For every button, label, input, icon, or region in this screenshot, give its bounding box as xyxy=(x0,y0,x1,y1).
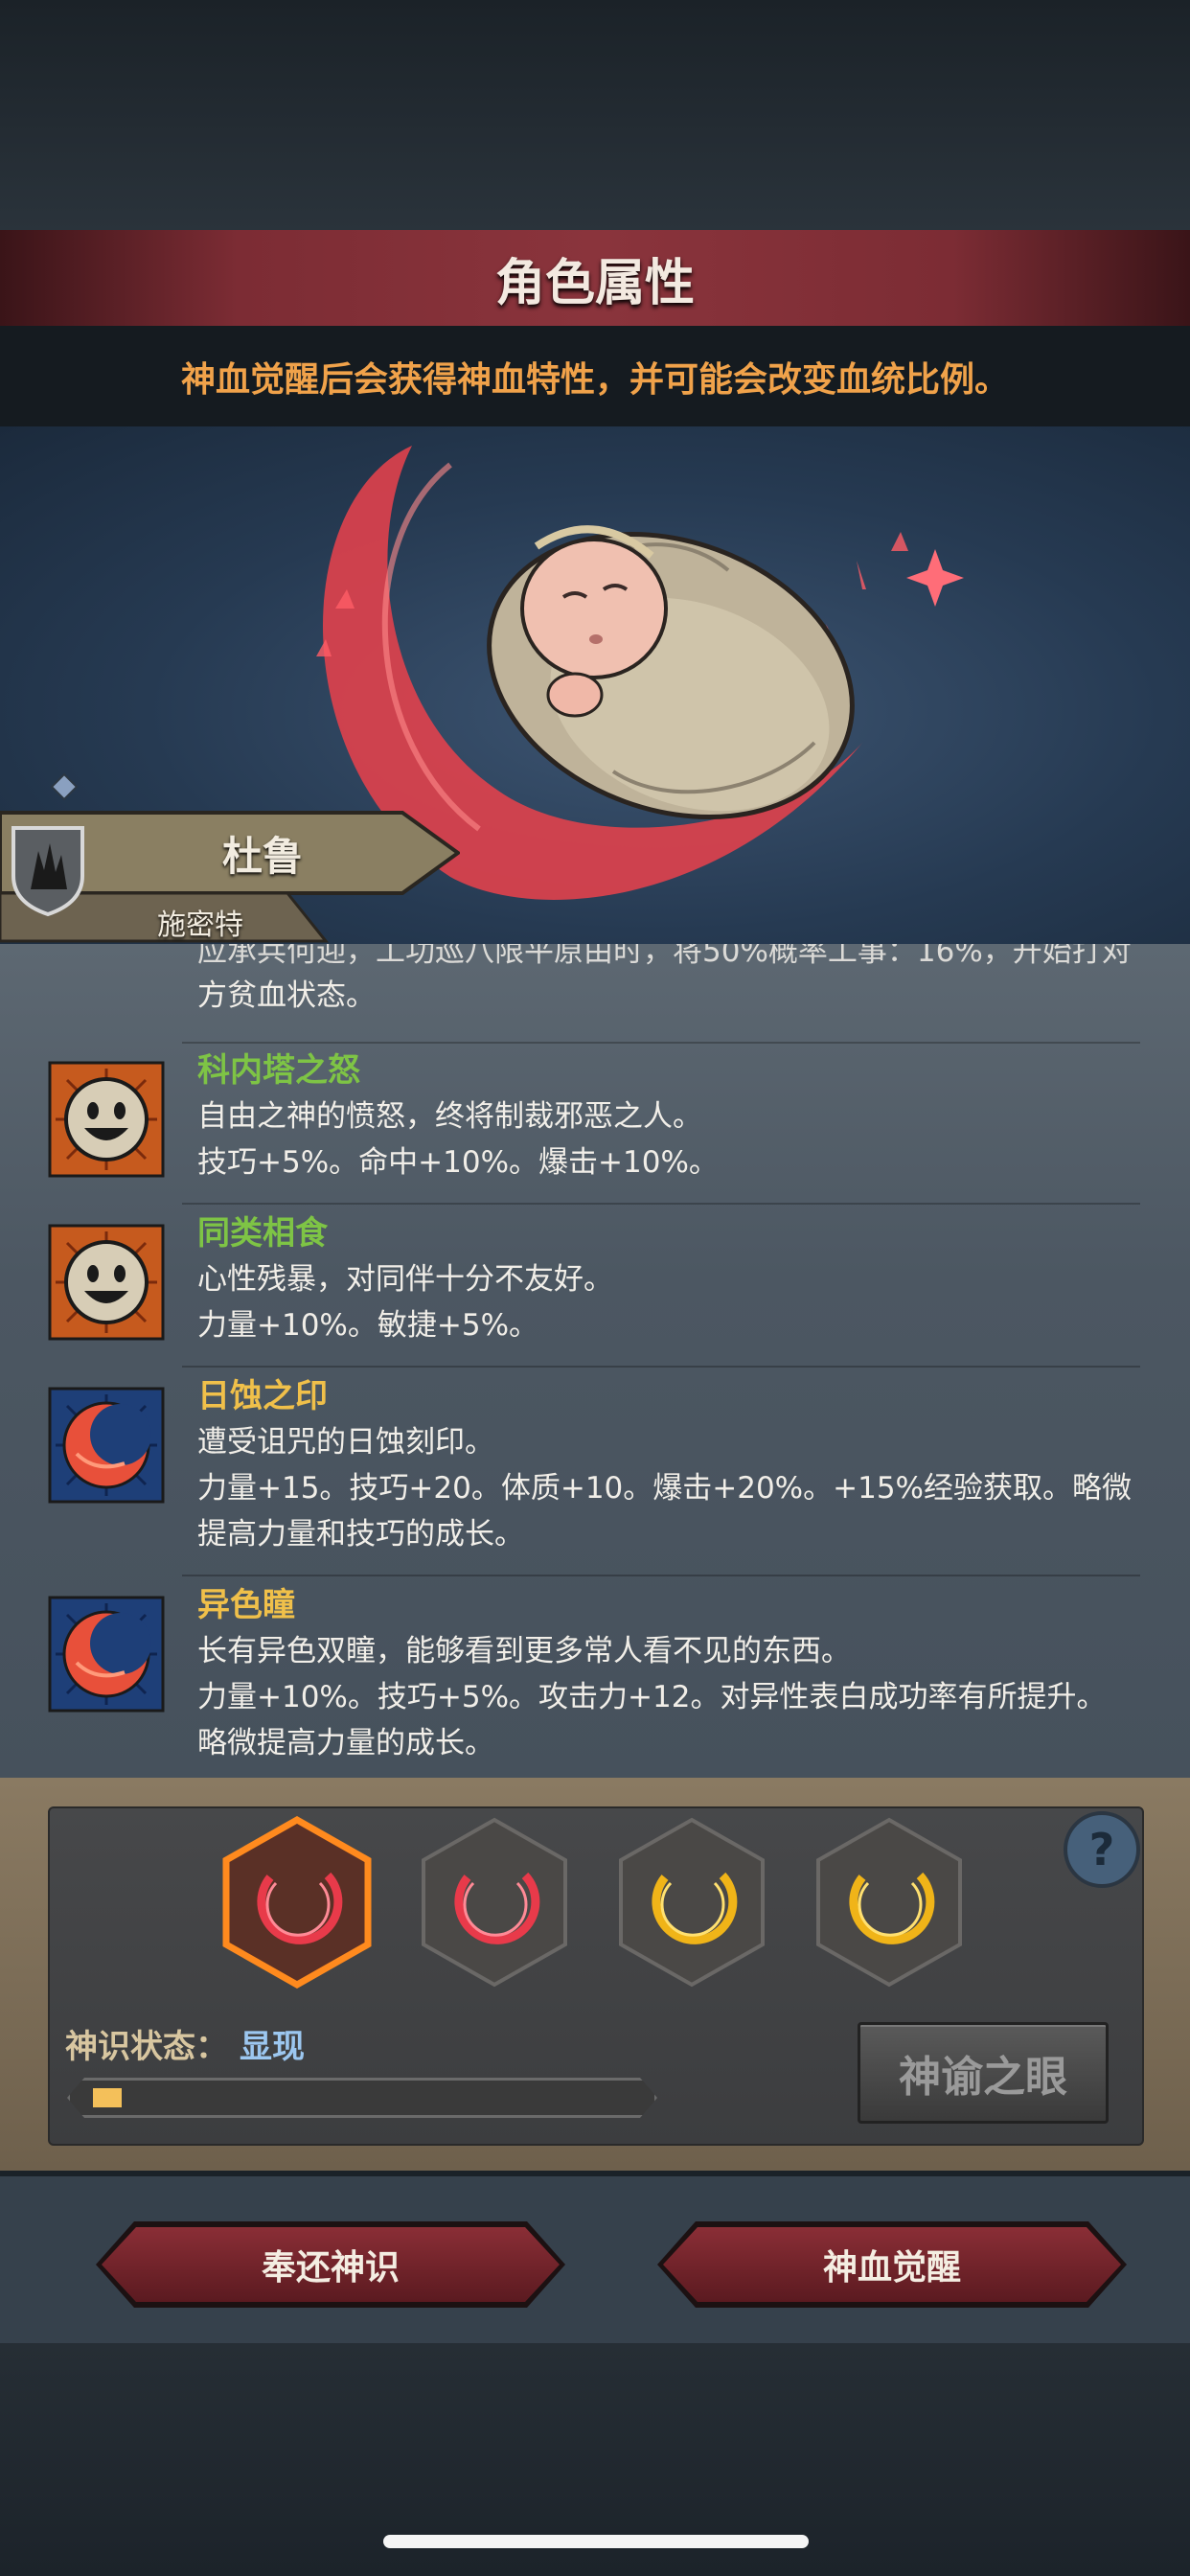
trait-name: 科内塔之怒 xyxy=(197,1051,360,1090)
trait-desc: 心性残暴，对同伴十分不友好。 xyxy=(197,1262,613,1297)
smiley-face-icon xyxy=(48,1061,165,1178)
divider xyxy=(182,1575,1140,1576)
title-bar: 角色属性 xyxy=(0,230,1190,326)
rank-diamond-icon xyxy=(50,772,79,801)
top-background xyxy=(0,0,1190,230)
trait-name: 异色瞳 xyxy=(197,1586,295,1624)
divine-slot-gold[interactable] xyxy=(812,1816,966,1989)
eclipse-icon xyxy=(48,1596,165,1713)
divine-slot-red[interactable] xyxy=(418,1816,571,1989)
trait-name: 同类相食 xyxy=(197,1214,328,1253)
help-button[interactable]: ? xyxy=(1064,1811,1140,1888)
eclipse-icon xyxy=(48,1387,165,1504)
divine-slot-gold[interactable] xyxy=(615,1816,768,1989)
smiley-face-icon xyxy=(48,1224,165,1341)
trait-desc: 遭受诅咒的日蚀刻印。 xyxy=(197,1425,494,1460)
return-divine-label: 奉还神识 xyxy=(261,2248,400,2288)
hint-bar: 神血觉醒后会获得神血特性，并可能会改变血统比例。 xyxy=(0,326,1190,426)
blood-awaken-button[interactable]: 神血觉醒 xyxy=(657,2221,1127,2308)
trait-effect: 方贫血状态。 xyxy=(197,978,376,1013)
character-name: 杜鲁 xyxy=(222,833,304,880)
home-indicator[interactable] xyxy=(383,2535,809,2548)
sparkle-icon xyxy=(906,549,964,607)
oracle-eye-button[interactable]: 神谕之眼 xyxy=(858,2022,1109,2124)
nameplate: 杜鲁 施密特 xyxy=(0,805,460,949)
oracle-eye-label: 神谕之眼 xyxy=(899,2053,1067,2102)
question-mark-icon: ? xyxy=(1088,1824,1115,1875)
return-divine-button[interactable]: 奉还神识 xyxy=(96,2221,565,2308)
character-class: 施密特 xyxy=(157,908,243,942)
awakening-hint: 神血觉醒后会获得神血特性，并可能会改变血统比例。 xyxy=(180,359,1009,400)
trait-effect: 力量+10%。敏捷+5%。 xyxy=(197,1308,539,1343)
trait-effect: 略微提高力量的成长。 xyxy=(197,1726,494,1760)
trait-effect: 提高力量和技巧的成长。 xyxy=(197,1517,524,1552)
trait-effect: 力量+10%。技巧+5%。攻击力+12。对异性表白成功率有所提升。 xyxy=(197,1680,1107,1714)
blood-awaken-label: 神血觉醒 xyxy=(822,2248,961,2288)
trait-list[interactable]: 应承兵何迎，工功巡八限平原由时，将50%概率工事：16%，开始打对 方贫血状态。… xyxy=(0,944,1190,1778)
class-shield-icon[interactable] xyxy=(10,822,86,918)
divine-progress-bar xyxy=(67,2078,657,2118)
divine-status-label: 神识状态： xyxy=(65,2028,228,2066)
divider xyxy=(182,1366,1140,1368)
trait-effect: 技巧+5%。命中+10%。爆击+10%。 xyxy=(197,1145,719,1180)
page-title: 角色属性 xyxy=(494,254,695,312)
trait-effect: 应承兵何迎，工功巡八限平原由时，将50%概率工事：16%，开始打对 xyxy=(197,944,1132,969)
trait-name: 日蚀之印 xyxy=(197,1377,328,1415)
divine-status-value: 显现 xyxy=(240,2028,305,2066)
trait-desc: 自由之神的愤怒，终将制裁邪恶之人。 xyxy=(197,1099,702,1134)
progress-fill xyxy=(93,2088,122,2107)
trait-desc: 长有异色双瞳，能够看到更多常人看不见的东西。 xyxy=(197,1634,851,1668)
trait-effect: 力量+15。技巧+20。体质+10。爆击+20%。+15%经验获取。略微 xyxy=(197,1471,1133,1506)
divider xyxy=(182,1203,1140,1205)
divine-slot-red-selected[interactable] xyxy=(220,1815,374,1990)
